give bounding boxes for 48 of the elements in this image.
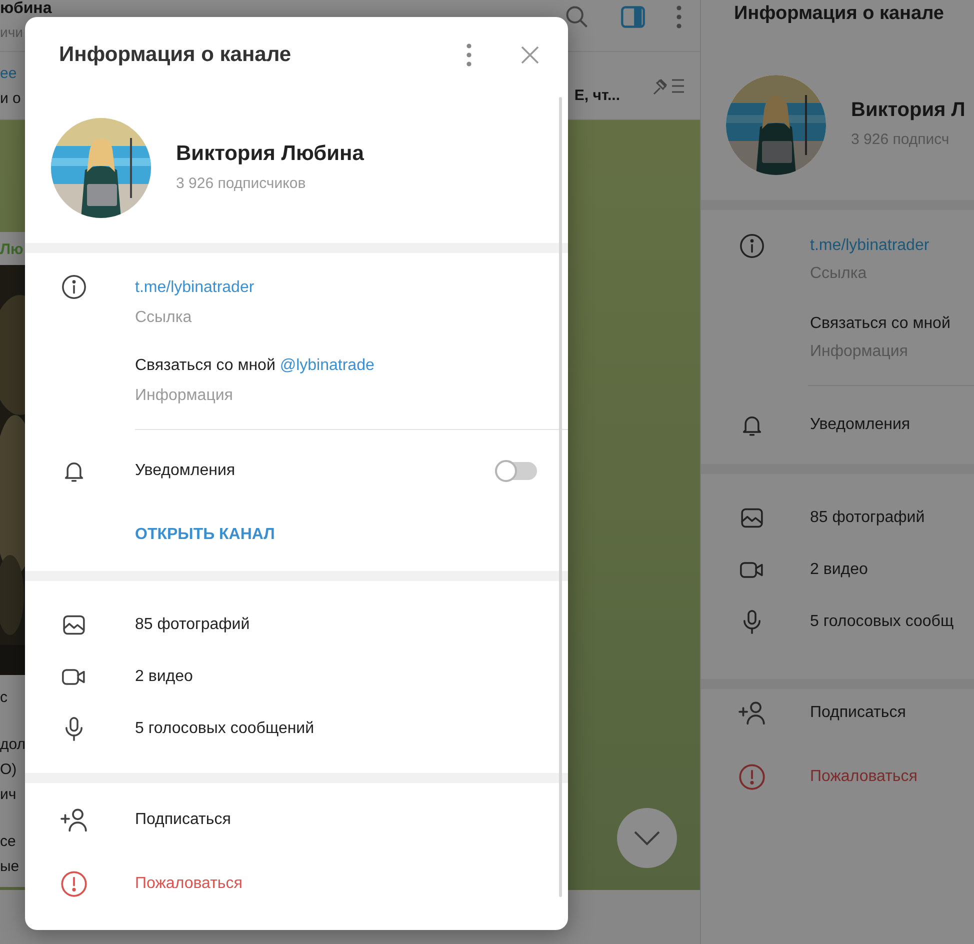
pinned-preview: Е, чт... xyxy=(574,86,620,106)
message-text: с xyxy=(0,688,8,708)
close-icon[interactable] xyxy=(520,45,540,65)
message-author: Лю xyxy=(0,242,24,257)
action-label: Пожаловаться xyxy=(135,874,242,894)
pinned-text: и о xyxy=(0,90,21,106)
message-text: ые xyxy=(0,857,20,877)
open-channel-button[interactable]: ОТКРЫТЬ КАНАЛ xyxy=(135,523,275,547)
media-count: 85 фотографий xyxy=(810,508,925,528)
exclamation-icon xyxy=(736,762,766,792)
dialog-title: Информация о канале xyxy=(59,42,292,68)
chevron-down-icon xyxy=(633,830,661,846)
scrollbar[interactable] xyxy=(559,97,562,897)
notifications-toggle[interactable] xyxy=(495,462,537,480)
side-panel-icon[interactable] xyxy=(620,4,646,30)
media-count: 85 фотографий xyxy=(135,615,250,635)
message-text: дол xyxy=(0,735,27,755)
about-label: Информация xyxy=(135,386,233,406)
message-text: ич xyxy=(0,785,18,805)
media-count: 5 голосовых сообщ xyxy=(810,612,954,632)
about-text: Связаться со мной @lybinatrade xyxy=(135,356,374,376)
action-label: Пожаловаться xyxy=(810,767,918,787)
more-icon[interactable] xyxy=(466,43,472,67)
search-icon[interactable] xyxy=(564,4,590,30)
chat-title: юбина xyxy=(0,1,52,17)
media-count: 2 видео xyxy=(135,667,193,687)
action-label: Подписаться xyxy=(810,703,906,723)
channel-name: Виктория Л xyxy=(851,98,966,123)
media-count: 2 видео xyxy=(810,560,868,580)
exclamation-icon xyxy=(59,869,89,899)
message-text: О) xyxy=(0,760,18,780)
media-count: 5 голосовых сообщений xyxy=(135,719,314,739)
channel-link[interactable]: t.me/lybinatrader xyxy=(810,232,950,260)
about-text: Связаться со мной xyxy=(810,314,950,334)
link-label: Ссылка xyxy=(135,308,192,328)
subscriber-count: 3 926 подписчиков xyxy=(176,174,307,194)
info-icon xyxy=(738,232,766,260)
info-icon xyxy=(60,273,88,301)
notifications-label: Уведомления xyxy=(810,415,910,435)
pinned-title: ее xyxy=(0,66,18,80)
more-icon[interactable] xyxy=(676,5,682,29)
channel-name: Виктория Любина xyxy=(176,141,364,167)
panel-title: Информация о канале xyxy=(734,2,944,26)
notifications-label: Уведомления xyxy=(135,461,236,481)
message-text: се xyxy=(0,832,17,852)
action-label: Подписаться xyxy=(135,810,231,830)
channel-link[interactable]: t.me/lybinatrader xyxy=(135,273,254,303)
mention-link[interactable]: @lybinatrade xyxy=(280,357,374,374)
